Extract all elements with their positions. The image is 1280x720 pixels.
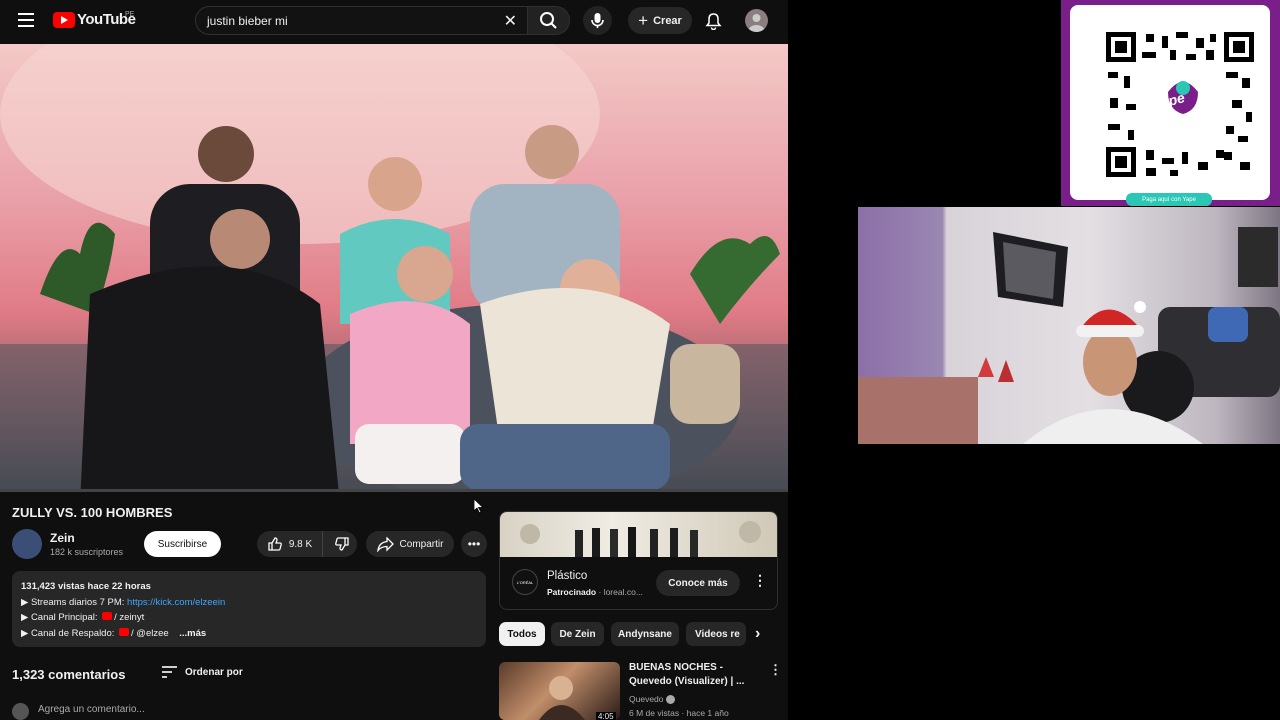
microphone-icon: [591, 13, 604, 28]
subscriber-count: 182 k suscriptores: [50, 547, 124, 557]
sponsored-ad-card[interactable]: L'ORÉAL Plástico Patrocinado · loreal.co…: [499, 511, 778, 610]
verified-icon: [665, 695, 675, 705]
youtube-mini-icon: [119, 627, 130, 636]
search-icon: [540, 12, 557, 29]
bell-icon: [705, 13, 722, 31]
ad-sponsored-line: Patrocinado · loreal.co...: [547, 587, 643, 597]
menu-icon[interactable]: [18, 13, 34, 27]
more-actions-button[interactable]: •••: [461, 531, 487, 557]
share-button[interactable]: Compartir: [366, 531, 454, 557]
like-button[interactable]: 9.8 K: [257, 531, 323, 557]
video-player[interactable]: [0, 44, 788, 490]
description-line-3-label: ▶ Canal de Respaldo:: [21, 627, 115, 639]
share-icon: [376, 536, 394, 552]
add-comment-input[interactable]: Agrega un comentario...: [38, 704, 145, 715]
kick-link[interactable]: https://kick.com/elzeein: [127, 597, 225, 608]
voice-search-button[interactable]: [583, 6, 612, 35]
like-dislike-group: 9.8 K: [257, 531, 357, 557]
channel-name[interactable]: Zein: [50, 531, 75, 545]
sort-comments-button[interactable]: Ordenar por: [162, 666, 243, 678]
ad-cta-button[interactable]: Conoce más: [656, 570, 740, 596]
notifications-button[interactable]: [705, 12, 722, 35]
account-avatar[interactable]: [745, 9, 768, 32]
backup-channel-link[interactable]: / @elzee: [131, 628, 169, 639]
more-vertical-icon[interactable]: ⋮: [753, 572, 767, 589]
chip-todos[interactable]: Todos: [499, 622, 545, 646]
advertiser-logo: L'ORÉAL: [512, 569, 538, 595]
ad-banner-image: [520, 521, 761, 557]
ad-domain: loreal.co...: [603, 587, 643, 597]
more-horizontal-icon: •••: [467, 537, 481, 551]
youtube-window: YouTube PE justin bieber mi ✕ + Crear ZU…: [0, 0, 788, 720]
yape-qr-overlay: yape Paga aquí con Yape: [1061, 0, 1280, 206]
sort-label: Ordenar por: [185, 666, 243, 678]
recommended-channel[interactable]: Quevedo: [629, 694, 675, 705]
recommended-video-title[interactable]: BUENAS NOCHES - Quevedo (Visualizer) | .…: [629, 661, 759, 689]
thumbs-down-icon: [335, 537, 349, 551]
chip-andynsane[interactable]: Andynsane: [611, 622, 679, 646]
description-line-2-label: ▶ Canal Principal:: [21, 612, 98, 623]
create-label: Crear: [653, 14, 682, 27]
description-stats: 131,423 vistas hace 22 horas: [21, 581, 151, 592]
commenter-avatar: [12, 703, 29, 720]
webcam-feed: [858, 207, 1280, 444]
show-more-link[interactable]: ...más: [179, 628, 206, 639]
thumbs-up-icon: [268, 537, 282, 551]
chip-de-zein[interactable]: De Zein: [551, 622, 604, 646]
search-value: justin bieber mi: [207, 14, 288, 28]
share-label: Compartir: [399, 538, 444, 550]
qr-caption: Paga aquí con Yape: [1126, 193, 1212, 206]
user-icon: [748, 14, 765, 32]
create-button[interactable]: + Crear: [628, 7, 692, 34]
sort-icon: [162, 666, 177, 678]
chip-videos-relacionados[interactable]: Videos re: [686, 622, 746, 646]
qr-card: yape: [1070, 5, 1270, 200]
streamer-webcam-image: [858, 227, 1280, 444]
search-input[interactable]: justin bieber mi ✕: [195, 6, 528, 35]
subscribe-button[interactable]: Suscribirse: [144, 531, 221, 557]
main-channel-link[interactable]: / zeinyt: [114, 612, 144, 623]
video-progress-bar[interactable]: [0, 489, 788, 492]
close-icon[interactable]: ✕: [504, 11, 517, 31]
video-duration: 4:05: [596, 712, 616, 720]
chevron-right-icon[interactable]: ›: [755, 625, 760, 643]
description-line-1-label: ▶ Streams diarios 7 PM:: [21, 596, 125, 608]
video-title: ZULLY VS. 100 HOMBRES: [12, 505, 173, 520]
comments-count: 1,323 comentarios: [12, 667, 126, 682]
ad-title: Plástico: [547, 570, 588, 582]
top-bar: YouTube PE justin bieber mi ✕ + Crear: [0, 0, 788, 42]
like-count: 9.8 K: [288, 538, 313, 550]
youtube-mini-icon: [102, 612, 113, 620]
mouse-cursor-icon: [473, 498, 485, 519]
recommended-channel-name: Quevedo: [629, 694, 664, 704]
description-box[interactable]: 131,423 vistas hace 22 horas ▶ Streams d…: [12, 571, 486, 647]
recommended-video-meta: 6 M de vistas · hace 1 año: [629, 708, 729, 718]
ad-image[interactable]: [500, 512, 777, 557]
video-frame-image: [0, 44, 788, 490]
more-vertical-icon[interactable]: ⋮: [769, 662, 782, 678]
youtube-logo[interactable]: YouTube PE: [53, 11, 136, 28]
sponsored-label: Patrocinado: [547, 587, 597, 597]
channel-avatar[interactable]: [12, 529, 42, 559]
filter-chips: Todos De Zein Andynsane Videos re ›: [499, 622, 788, 648]
search-button[interactable]: [527, 6, 570, 35]
dislike-button[interactable]: [327, 531, 357, 557]
country-code: PE: [125, 11, 135, 18]
play-logo-icon: [53, 11, 75, 28]
plus-icon: +: [638, 10, 649, 30]
